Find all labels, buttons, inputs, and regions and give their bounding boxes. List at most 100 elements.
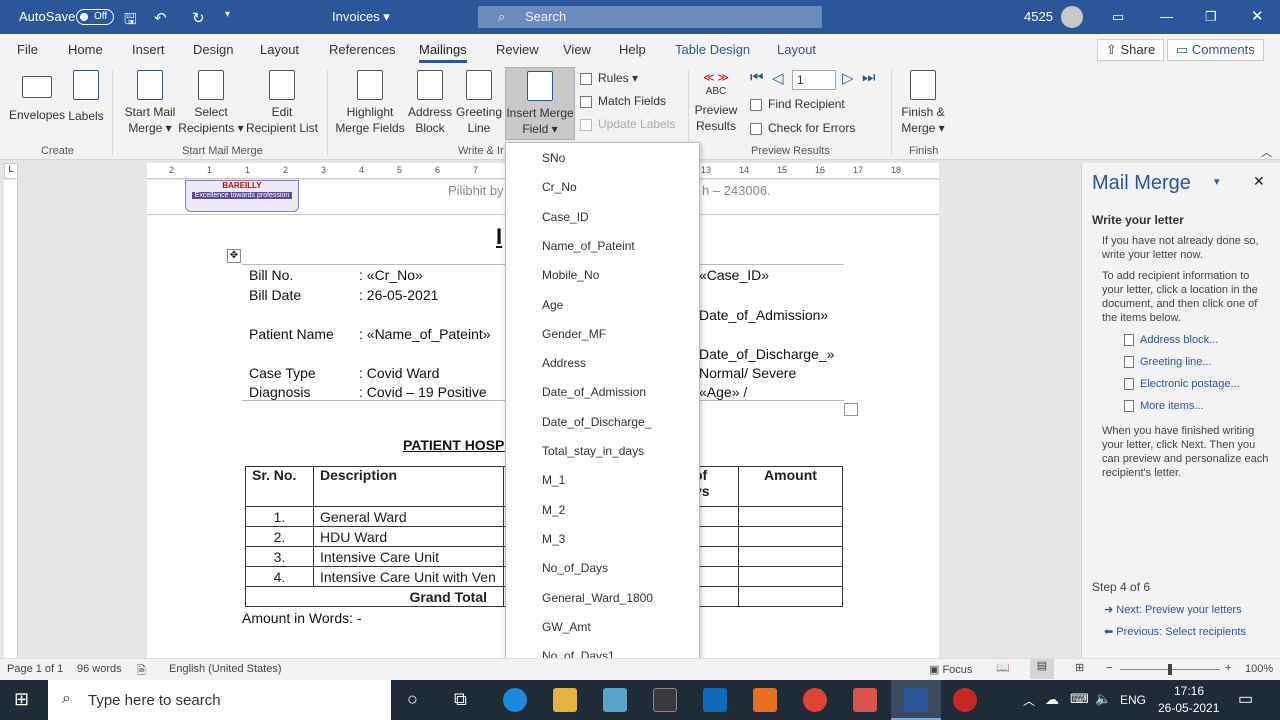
more-items-link[interactable]: More items... <box>1124 400 1204 413</box>
merge-field-item[interactable]: M_3 <box>542 532 565 546</box>
tab-file[interactable]: File <box>17 42 38 57</box>
tab-table-design[interactable]: Table Design <box>675 42 750 57</box>
greeting-line-link[interactable]: Greeting line... <box>1124 356 1212 369</box>
zoom-out-icon[interactable]: − <box>1106 662 1112 674</box>
previous-record-icon[interactable]: ◁ <box>772 69 784 87</box>
highlight-merge-fields-button[interactable]: Highlight Merge Fields <box>335 70 405 136</box>
previous-step-link[interactable]: ⬅ Previous: Select recipients <box>1104 625 1246 638</box>
first-record-icon[interactable]: ⏮ <box>750 69 764 86</box>
language[interactable]: English (United States) <box>169 663 282 675</box>
edit-recipient-list-button[interactable]: Edit Recipient List <box>245 70 319 136</box>
share-button[interactable]: ⇧ Share <box>1097 39 1165 61</box>
age-field[interactable]: «Age» / <box>699 384 747 400</box>
match-fields-button[interactable]: Match Fields <box>580 94 666 108</box>
merge-field-item[interactable]: Name_of_Pateint <box>542 239 635 253</box>
merge-field-item[interactable]: Total_stay_in_days <box>542 444 644 458</box>
envelopes-button[interactable]: Envelopes <box>9 70 65 123</box>
preview-results-button[interactable]: ≪ ≫ ABC Preview Results <box>693 70 739 134</box>
page-count[interactable]: Page 1 of 1 <box>7 663 63 675</box>
finish-merge-button[interactable]: Finish & Merge ▾ <box>896 70 950 136</box>
last-record-icon[interactable]: ⏭ <box>862 69 876 86</box>
word-taskbar-button[interactable] <box>891 680 941 720</box>
tab-home[interactable]: Home <box>68 42 103 57</box>
onedrive-icon[interactable]: ☁ <box>1045 691 1059 708</box>
recorder-icon[interactable] <box>953 688 977 712</box>
merge-field-item[interactable]: Age <box>542 298 563 312</box>
tab-review[interactable]: Review <box>496 42 539 57</box>
tab-design[interactable]: Design <box>193 42 233 57</box>
address-block-button[interactable]: Address Block <box>405 70 455 136</box>
collapse-ribbon-icon[interactable]: ︿ <box>1261 144 1272 160</box>
tab-help[interactable]: Help <box>619 42 646 57</box>
labels-button[interactable]: Labels <box>66 70 106 124</box>
undo-icon[interactable]: ↶ <box>154 9 167 27</box>
record-number-input[interactable]: 1 <box>792 70 836 90</box>
merge-field-item[interactable]: SNo <box>542 151 565 165</box>
file-explorer-icon[interactable] <box>553 688 577 712</box>
select-recipients-button[interactable]: Select Recipients ▾ <box>178 70 244 136</box>
print-layout-icon[interactable]: ▤ <box>1030 659 1054 679</box>
search-input[interactable]: ⌕ Search <box>478 6 822 28</box>
chrome-icon[interactable] <box>803 688 827 712</box>
merge-field-item[interactable]: No_of_Days <box>542 561 608 575</box>
merge-field-item[interactable]: Date_of_Discharge_ <box>542 415 651 429</box>
merge-field-item[interactable]: General_Ward_1800 <box>542 591 653 605</box>
tab-selector[interactable]: L <box>4 163 18 179</box>
close-icon[interactable]: ✕ <box>1251 7 1264 25</box>
insert-merge-field-button[interactable]: Insert Merge Field ▾ <box>505 67 575 140</box>
merge-field-item[interactable]: Gender_MF <box>542 327 606 341</box>
tab-table-layout[interactable]: Layout <box>777 42 816 57</box>
restore-icon[interactable]: ❐ <box>1205 9 1217 25</box>
quickbooks-icon[interactable] <box>753 688 777 712</box>
comments-button[interactable]: ▭ Comments <box>1167 39 1264 61</box>
language-indicator[interactable]: ENG <box>1120 693 1146 707</box>
pane-close-icon[interactable]: ✕ <box>1253 173 1265 190</box>
edge-icon[interactable] <box>503 688 527 712</box>
pane-options-icon[interactable]: ▾ <box>1214 175 1220 188</box>
volume-icon[interactable]: 🔈 <box>1095 691 1111 707</box>
next-step-link[interactable]: ➜ Next: Preview your letters <box>1104 603 1242 616</box>
proofing-icon[interactable]: 🗎 <box>137 662 146 681</box>
find-recipient-button[interactable]: Find Recipient <box>750 97 845 111</box>
word-count[interactable]: 96 words <box>77 663 122 675</box>
ribbon-display-icon[interactable]: ▭ <box>1112 9 1124 25</box>
tab-references[interactable]: References <box>329 42 395 57</box>
focus-button[interactable]: ▣ Focus <box>929 663 972 676</box>
merge-field-item[interactable]: Case_ID <box>542 210 589 224</box>
merge-field-dropdown[interactable]: SNo Cr_No Case_ID Name_of_Pateint Mobile_No A… <box>505 142 700 676</box>
check-errors-button[interactable]: Check for Errors <box>750 121 855 135</box>
tab-insert[interactable]: Insert <box>132 42 165 57</box>
save-icon[interactable]: 🖫 <box>124 9 137 34</box>
mail-icon[interactable] <box>703 688 727 712</box>
app-icon[interactable] <box>603 688 627 712</box>
document-title[interactable]: Invoices ▾ <box>332 9 390 25</box>
minimize-icon[interactable]: — <box>1160 9 1173 24</box>
store-icon[interactable] <box>653 688 677 712</box>
clock-date[interactable]: 26-05-2021 <box>1158 701 1219 715</box>
merge-field-item[interactable]: M_2 <box>542 503 565 517</box>
merge-field-item[interactable]: GW_Amt <box>542 620 591 634</box>
redo-icon[interactable]: ↻ <box>192 9 205 27</box>
customize-toolbar-icon[interactable]: ▾ <box>225 9 230 20</box>
merge-field-item[interactable]: Mobile_No <box>542 268 599 282</box>
merge-field-item[interactable]: Date_of_Admission <box>542 385 646 399</box>
merge-field-item[interactable]: Address <box>542 356 586 370</box>
snipping-icon[interactable] <box>853 688 877 712</box>
merge-field-item[interactable]: Cr_No <box>542 180 577 194</box>
zoom-in-icon[interactable]: + <box>1225 662 1231 674</box>
greeting-line-button[interactable]: Greeting Line <box>454 70 504 136</box>
clock-time[interactable]: 17:16 <box>1174 684 1204 698</box>
cortana-icon[interactable]: ○ <box>407 689 418 710</box>
next-record-icon[interactable]: ▷ <box>842 69 854 87</box>
network-icon[interactable]: ⌨ <box>1070 691 1089 707</box>
table-resize-handle[interactable] <box>844 403 858 416</box>
electronic-postage-link[interactable]: Electronic postage... <box>1124 378 1240 391</box>
merge-field-item[interactable]: M_1 <box>542 473 565 487</box>
table-move-handle[interactable]: ✥ <box>227 249 241 263</box>
zoom-level[interactable]: 100% <box>1245 663 1273 675</box>
web-layout-icon[interactable]: ⊞ <box>1075 661 1084 674</box>
zoom-slider-thumb[interactable] <box>1168 664 1172 675</box>
read-mode-icon[interactable]: 📖 <box>996 661 1010 674</box>
vertical-ruler[interactable] <box>4 180 18 658</box>
autosave-toggle[interactable]: Off <box>76 9 114 25</box>
